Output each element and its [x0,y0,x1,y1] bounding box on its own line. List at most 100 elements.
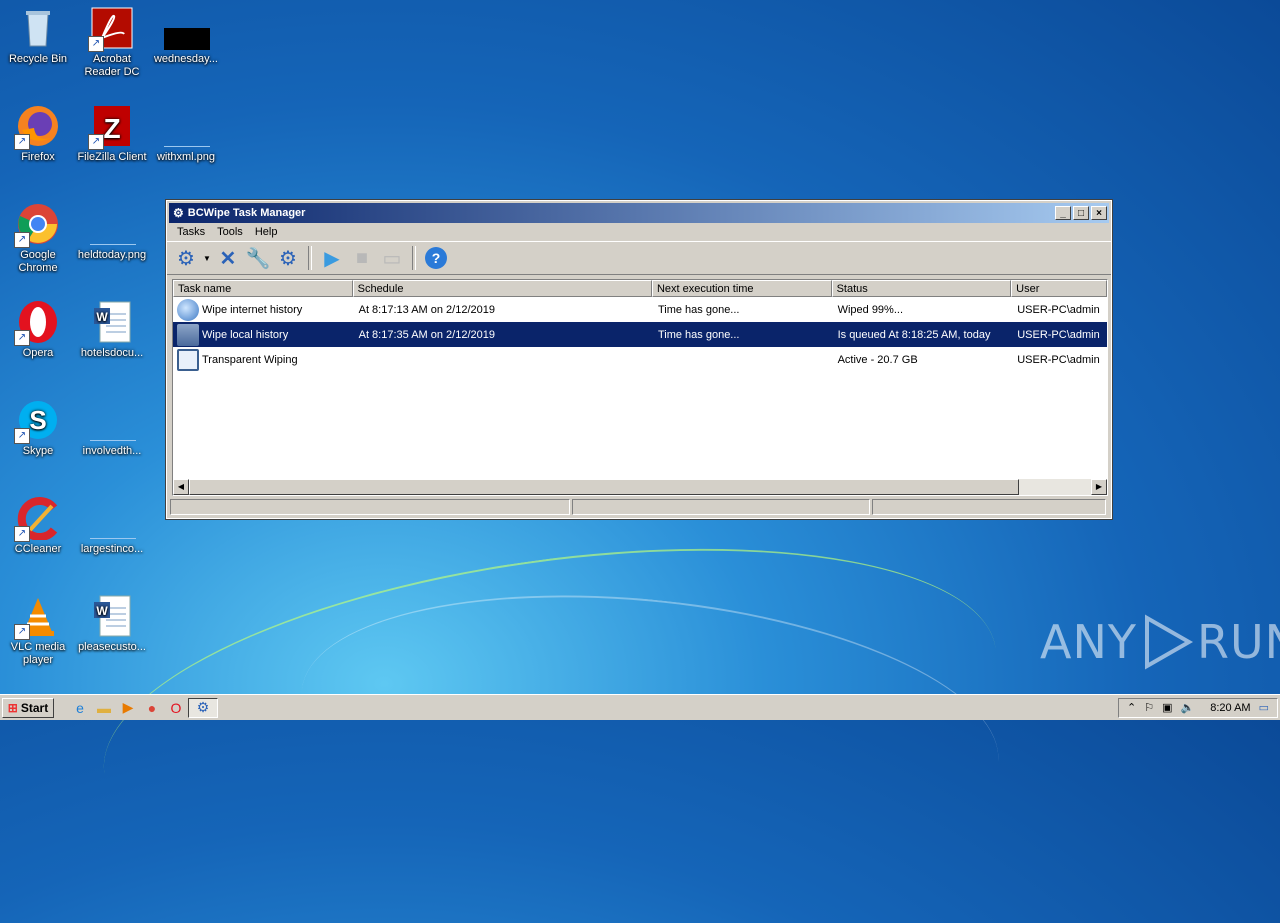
desktop-icon-google-chrome[interactable]: ↗ Google Chrome [0,202,76,275]
taskbar: ⊞ Start e ▬ ▶ ● O ⚙ ⌃ ⚐ ▣ 🔈 8:20 AM ▭ [0,694,1280,720]
menu-tasks[interactable]: Tasks [171,226,211,238]
close-button[interactable]: × [1091,206,1107,220]
edit-task-wrench-icon[interactable]: 🔧 [245,245,271,271]
title-bar[interactable]: ⚙ BCWipe Task Manager _ □ × [169,203,1109,223]
table-row[interactable]: Transparent Wiping Active - 20.7 GB USER… [173,347,1107,372]
desktop-icon-opera[interactable]: ↗ Opera [0,300,76,360]
show-hidden-icons-icon[interactable]: ⌃ [1127,701,1136,714]
add-task-icon[interactable]: ⚙ [173,245,199,271]
action-center-flag-icon[interactable]: ⚐ [1144,701,1154,714]
desktop-icon-firefox[interactable]: ↗ Firefox [0,104,76,164]
shortcut-arrow-icon: ↗ [88,134,104,150]
system-tray: ⌃ ⚐ ▣ 🔈 8:20 AM ▭ [1118,697,1278,718]
chrome-taskbar-icon[interactable]: ● [140,698,164,718]
shortcut-arrow-icon: ↗ [14,330,30,346]
svg-text:S: S [29,405,46,435]
run-task-play-icon[interactable]: ▶ [319,245,345,271]
desktop-icon-recycle-bin[interactable]: Recycle Bin [0,6,76,66]
horizontal-scrollbar[interactable]: ◀ ▶ [173,479,1107,495]
image-thumbnail-icon [90,222,136,245]
desktop-icon-filezilla[interactable]: Z ↗ FileZilla Client [74,104,150,164]
column-header-next-execution[interactable]: Next execution time [651,280,832,297]
network-icon[interactable]: ▣ [1162,701,1172,714]
menu-help[interactable]: Help [249,226,284,238]
minimize-button[interactable]: _ [1055,206,1071,220]
maximize-button[interactable]: □ [1073,206,1089,220]
table-row-selected[interactable]: Wipe local history At 8:17:35 AM on 2/12… [173,322,1107,347]
windows-logo-icon: ⊞ [7,700,18,715]
desktop-icon-withxml-png[interactable]: withxml.png [148,104,224,164]
table-row[interactable]: Wipe internet history At 8:17:13 AM on 2… [173,297,1107,322]
menu-tools[interactable]: Tools [211,226,249,238]
opera-taskbar-icon[interactable]: O [164,698,188,718]
start-button[interactable]: ⊞ Start [2,697,54,718]
scroll-right-icon[interactable]: ▶ [1091,479,1107,495]
window-title: BCWipe Task Manager [187,207,306,219]
desktop-icon-skype[interactable]: S ↗ Skype [0,398,76,458]
clock[interactable]: 8:20 AM [1210,702,1250,714]
scrollbar-track[interactable] [1019,479,1091,495]
bcwipe-app-icon: ⚙ [173,206,184,220]
toolbar-separator [411,246,416,270]
skype-icon: S ↗ [14,398,60,444]
toolbar: ⚙ ▼ ✕ 🔧 ⚙ ▶ ■ ▭ ? [167,241,1111,275]
shortcut-arrow-icon: ↗ [14,624,30,640]
word-document-icon: W [90,300,134,344]
desktop-icon-ccleaner[interactable]: ↗ CCleaner [0,496,76,556]
image-thumbnail-icon [164,28,210,50]
column-header-user[interactable]: User [1011,280,1107,297]
help-icon[interactable]: ? [423,245,449,271]
media-player-icon[interactable]: ▶ [116,698,140,718]
shortcut-arrow-icon: ↗ [14,428,30,444]
file-explorer-icon[interactable]: ▬ [92,698,116,718]
menu-bar: Tasks Tools Help [167,223,1111,241]
desktop-icon-vlc[interactable]: ↗ VLC media player [0,594,76,667]
svg-text:W: W [96,310,108,324]
task-list[interactable]: Task name Schedule Next execution time S… [172,279,1108,496]
column-header-task-name[interactable]: Task name [173,280,353,297]
local-history-icon [177,323,199,346]
acrobat-icon: ↗ [88,6,134,52]
column-header-schedule[interactable]: Schedule [352,280,652,297]
desktop-icon-pleasecusto[interactable]: W pleasecusto... [74,594,150,654]
image-thumbnail-icon [90,516,136,539]
task-settings-icon[interactable]: ⚙ [275,245,301,271]
ccleaner-icon: ↗ [14,496,60,542]
scroll-left-icon[interactable]: ◀ [173,479,189,495]
svg-text:?: ? [432,250,441,266]
volume-icon[interactable]: 🔈 [1181,701,1195,714]
desktop-icon-involvedth[interactable]: involvedth... [74,398,150,458]
desktop-icon-wednesday[interactable]: wednesday... [148,6,224,66]
bcwipe-taskbar-button[interactable]: ⚙ [188,697,218,718]
desktop-icon-acrobat[interactable]: ↗ Acrobat Reader DC [74,6,150,79]
chrome-icon: ↗ [14,202,60,248]
svg-text:Z: Z [103,113,120,144]
shortcut-arrow-icon: ↗ [14,134,30,150]
svg-text:W: W [96,604,108,618]
desktop-icon-hotelsdocu[interactable]: W hotelsdocu... [74,300,150,360]
bcwipe-task-manager-window[interactable]: ⚙ BCWipe Task Manager _ □ × Tasks Tools … [165,199,1113,520]
dropdown-arrow-icon[interactable]: ▼ [203,254,211,263]
vlc-icon: ↗ [14,594,60,640]
delete-task-icon[interactable]: ✕ [215,245,241,271]
filezilla-icon: Z ↗ [88,104,134,150]
anyrun-watermark: ANY RUN [1040,612,1280,672]
recycle-bin-icon [16,6,60,50]
column-header-status[interactable]: Status [831,280,1012,297]
task-list-header: Task name Schedule Next execution time S… [173,280,1107,297]
firefox-icon: ↗ [14,104,60,150]
stop-task-icon[interactable]: ■ [349,245,375,271]
toolbar-separator [307,246,312,270]
internet-explorer-icon[interactable]: e [68,698,92,718]
shortcut-arrow-icon: ↗ [14,232,30,248]
desktop-icon-largestinco[interactable]: largestinco... [74,496,150,556]
word-document-icon: W [90,594,134,638]
desktop-icon-heldtoday-png[interactable]: heldtoday.png [74,202,150,262]
monitor-icon [177,348,199,371]
view-log-icon[interactable]: ▭ [379,245,405,271]
opera-icon: ↗ [14,300,60,346]
shortcut-arrow-icon: ↗ [14,526,30,542]
scrollbar-thumb[interactable] [189,479,1019,495]
globe-wipe-icon [177,298,199,321]
show-desktop-icon[interactable]: ▭ [1259,701,1269,714]
